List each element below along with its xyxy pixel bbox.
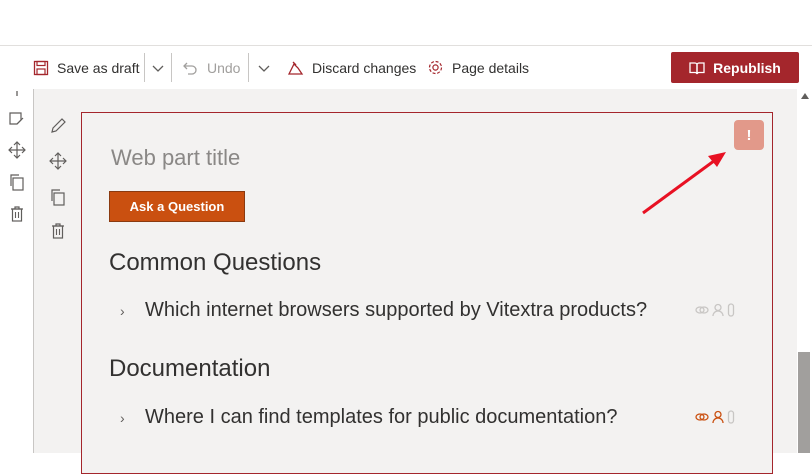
chevron-down-icon [258, 65, 270, 72]
webpart-title-input[interactable]: Web part title [111, 145, 240, 171]
undo-icon [183, 62, 197, 75]
chevron-down-icon [152, 65, 164, 72]
divider [248, 53, 249, 82]
republish-button[interactable]: Republish [671, 52, 799, 83]
divider [171, 53, 172, 82]
link-icon[interactable] [695, 411, 709, 423]
scroll-up-arrow-icon[interactable] [801, 93, 809, 99]
chevron-right-icon: › [120, 302, 125, 319]
save-as-draft-label: Save as draft [57, 59, 140, 76]
attachment-icon[interactable] [727, 303, 735, 317]
command-bar: Save as draft Undo Discard changes Page … [0, 45, 812, 90]
save-as-draft-button[interactable]: Save as draft [33, 46, 140, 89]
attachment-icon[interactable] [727, 410, 735, 424]
move-icon[interactable] [48, 151, 68, 171]
discard-changes-button[interactable]: Discard changes [287, 46, 416, 89]
move-icon[interactable] [7, 140, 27, 160]
section-heading: Common Questions [109, 249, 322, 276]
gear-icon [428, 60, 443, 75]
chevron-right-icon: › [120, 409, 125, 426]
delete-icon[interactable] [48, 221, 68, 241]
item-actions [695, 303, 735, 317]
link-icon[interactable] [695, 304, 709, 316]
undo-button[interactable]: Undo [182, 46, 240, 89]
undo-label: Undo [207, 59, 241, 76]
ask-question-button[interactable]: Ask a Question [109, 191, 245, 222]
page-details-button[interactable]: Page details [427, 46, 529, 89]
more-icon [16, 91, 18, 96]
warning-badge[interactable]: ! [734, 120, 764, 150]
undo-options-dropdown[interactable] [257, 46, 271, 89]
book-icon [689, 61, 705, 74]
section-heading: Documentation [109, 355, 271, 382]
pencil-icon[interactable] [49, 117, 67, 135]
faq-item[interactable]: › Where I can find templates for public … [120, 406, 617, 429]
faq-item[interactable]: › Which internet browsers supported by V… [120, 299, 647, 322]
duplicate-icon[interactable] [7, 172, 27, 192]
person-icon[interactable] [712, 303, 724, 317]
duplicate-icon[interactable] [48, 187, 68, 207]
republish-label: Republish [713, 59, 781, 76]
save-options-dropdown[interactable] [151, 46, 165, 89]
person-icon[interactable] [712, 410, 724, 424]
discard-icon [287, 61, 304, 75]
save-icon [33, 60, 49, 75]
divider [144, 53, 145, 82]
scrollbar-thumb[interactable] [798, 352, 810, 453]
faq-question: Which internet browsers supported by Vit… [145, 299, 648, 321]
item-actions [695, 410, 735, 424]
faq-question: Where I can find templates for public do… [145, 406, 618, 428]
arrow-annotation [642, 152, 726, 215]
edit-section-icon[interactable] [7, 109, 27, 129]
discard-changes-label: Discard changes [312, 59, 417, 76]
delete-icon[interactable] [7, 204, 27, 224]
page-details-label: Page details [452, 59, 530, 76]
